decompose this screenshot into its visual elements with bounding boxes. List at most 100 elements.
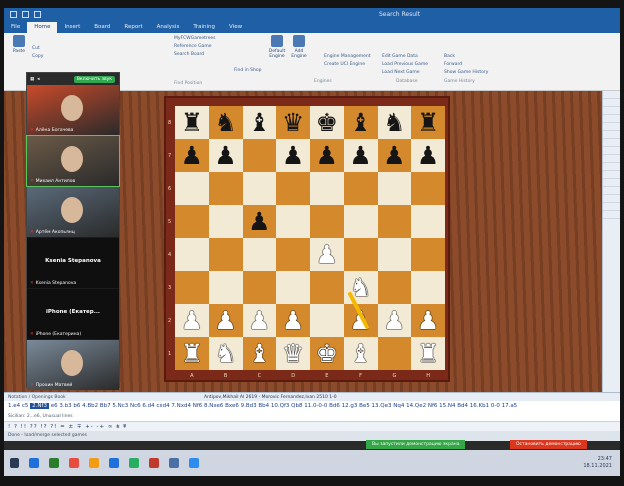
black-pawn[interactable]: ♟ [282,143,304,168]
black-rook[interactable]: ♜ [181,110,203,135]
taskbar-app-icon[interactable] [189,458,199,468]
square-f5[interactable] [343,205,378,238]
square-d2[interactable]: ♟ [276,304,310,337]
taskbar-app-icon[interactable] [69,458,79,468]
square-g6[interactable] [377,172,412,205]
add-engine-button[interactable]: Add Engine [288,35,310,59]
black-pawn[interactable]: ♟ [214,143,236,168]
square-e8[interactable]: ♚ [310,106,344,139]
redo-icon[interactable] [34,11,41,18]
square-f3[interactable]: ♞ [343,271,378,304]
black-pawn[interactable]: ♟ [417,143,439,168]
taskbar-app-icon[interactable] [169,458,179,468]
square-d1[interactable]: ♛ D [276,337,310,379]
taskbar-app-icon[interactable] [129,458,139,468]
square-b1[interactable]: ♞ B [208,337,243,379]
participant-tile[interactable]: iPhone (Екатер... ✕ iPhone (Екатерина) [27,289,119,339]
tab-report[interactable]: Report [117,22,149,33]
find-in-shop-button[interactable]: Find in Shop [234,67,262,75]
moves-after[interactable]: e6 3.b3 b6 4.Bb2 Bb7 5.Nc3 Nc6 6.d4 cxd4… [51,403,517,409]
square-g4[interactable] [377,238,412,271]
tab-file[interactable]: File [4,22,27,33]
square-e3[interactable] [310,271,344,304]
square-a2[interactable]: ♟ 2 [168,304,209,337]
copy-button[interactable]: Copy [32,53,43,61]
square-d4[interactable] [276,238,310,271]
save-icon[interactable] [10,11,17,18]
square-c8[interactable]: ♝ [242,106,277,139]
square-d5[interactable] [276,205,310,238]
square-d6[interactable] [276,172,310,205]
square-f2[interactable]: ♟ [343,304,378,337]
square-h3[interactable] [411,271,445,304]
square-h5[interactable] [411,205,445,238]
participant-tile[interactable]: Ksenia Stepanova ✕ Ksenia Stepanova [27,238,119,288]
taskbar-app-icon[interactable] [109,458,119,468]
speaker-icon[interactable]: ◂ [37,77,39,82]
square-h7[interactable]: ♟ [411,139,445,172]
white-knight[interactable]: ♞ [214,341,236,366]
default-engine-button[interactable]: Default Engine [266,35,288,59]
tab-insert[interactable]: Insert [57,22,87,33]
square-c7[interactable] [242,139,277,172]
square-b4[interactable] [208,238,243,271]
square-d7[interactable]: ♟ [276,139,310,172]
square-e1[interactable]: ♚ E [310,337,344,379]
square-e2[interactable] [310,304,344,337]
square-g3[interactable] [377,271,412,304]
square-a6[interactable]: 6 [168,172,209,205]
tab-board[interactable]: Board [87,22,117,33]
white-pawn[interactable]: ♟ [383,308,405,333]
current-move[interactable]: 2.Nf3 [30,403,49,409]
square-g5[interactable] [377,205,412,238]
square-a3[interactable]: 3 [168,271,209,304]
square-h4[interactable] [411,238,445,271]
square-f7[interactable]: ♟ [343,139,378,172]
square-b8[interactable]: ♞ [208,106,243,139]
white-pawn[interactable]: ♟ [248,308,270,333]
black-queen[interactable]: ♛ [282,110,304,135]
black-pawn[interactable]: ♟ [349,143,371,168]
show-game-history-button[interactable]: Show Game History [444,69,488,77]
stop-share-button[interactable]: Остановить демонстрацию [510,440,587,449]
square-a5[interactable]: 5 [168,205,209,238]
black-knight[interactable]: ♞ [383,110,405,135]
square-b7[interactable]: ♟ [208,139,243,172]
square-h2[interactable]: ♟ [411,304,445,337]
square-e4[interactable]: ♟ [310,238,344,271]
edit-game-data-button[interactable]: Edit Game Data [382,53,428,61]
tab-training[interactable]: Training [186,22,222,33]
forward-button[interactable]: Forward [444,61,488,69]
black-rook[interactable]: ♜ [417,110,439,135]
square-a7[interactable]: ♟ 7 [168,139,209,172]
square-b5[interactable] [208,205,243,238]
chessboard[interactable]: ♜ 8 ♞ ♝ ♛ ♚ ♝ ♞ ♜ ♟ 7 ♟ ♟ ♟ ♟ ♟ ♟ 6 5 ♟ 4 ♟ 3 ♞ ♟ 2 ♟ ♟ ♟ ♟ ♟ ♟ ♜ 1 A ♞ B ♝ C ♛… [168,106,445,379]
square-b6[interactable] [208,172,243,205]
load-next-game-button[interactable]: Load Next Game [382,69,428,77]
square-f8[interactable]: ♝ [343,106,378,139]
white-bishop[interactable]: ♝ [349,341,371,366]
square-g1[interactable]: G [377,337,412,379]
square-h8[interactable]: ♜ [411,106,445,139]
cut-button[interactable]: Cut [32,45,43,53]
black-bishop[interactable]: ♝ [248,110,270,135]
square-c3[interactable] [242,271,277,304]
square-h1[interactable]: ♜ H [411,337,445,379]
participant-tile[interactable]: ✕ Алёна Богачева [27,85,119,135]
square-e6[interactable] [310,172,344,205]
participant-tile[interactable]: ✕ Артём Акопьянц [27,187,119,237]
white-pawn[interactable]: ♟ [181,308,203,333]
white-pawn[interactable]: ♟ [214,308,236,333]
black-pawn[interactable]: ♟ [248,209,270,234]
taskbar-app-icon[interactable] [29,458,39,468]
square-c1[interactable]: ♝ C [242,337,277,379]
create-uci-engine-button[interactable]: Create UCI Engine [324,61,371,69]
square-f4[interactable] [343,238,378,271]
start-icon[interactable] [10,458,19,468]
white-bishop[interactable]: ♝ [248,341,270,366]
tab-view[interactable]: View [222,22,249,33]
engine-management-button[interactable]: Engine Management [324,53,371,61]
participant-tile[interactable]: ✕ Михаил Антипов [26,135,120,187]
square-f1[interactable]: ♝ F [343,337,378,379]
unmute-button[interactable]: Включить звук [73,75,115,83]
